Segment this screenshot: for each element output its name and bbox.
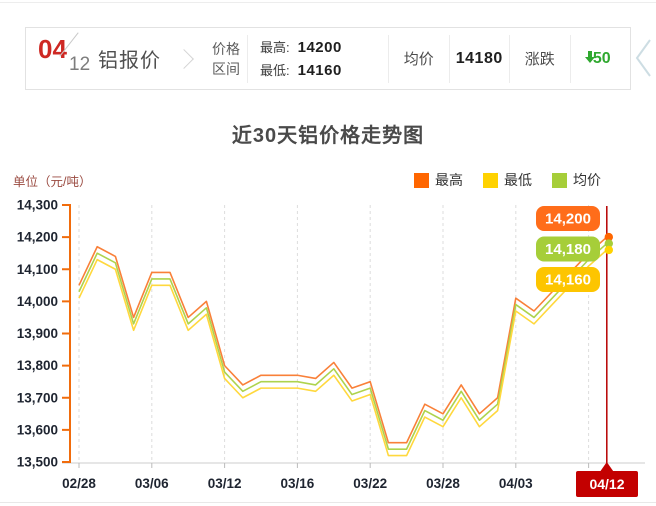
x-tick-label: 04/03	[499, 476, 533, 491]
low-value: 14160	[298, 62, 342, 79]
end-dot-min[interactable]	[605, 246, 613, 254]
product-name: 铝报价	[98, 44, 161, 73]
y-tick-label: 14,300	[17, 198, 58, 213]
avg-label: 均价	[389, 48, 449, 69]
x-tick-label: 03/22	[353, 476, 387, 491]
y-tick-label: 13,800	[17, 358, 58, 373]
y-tick-label: 13,700	[17, 390, 58, 405]
low-label: 最低:	[260, 63, 290, 78]
x-tick-labels: 02/28 03/06 03/12 03/16 03/22 03/28 04/03	[62, 476, 533, 491]
change-value: 50	[593, 50, 611, 68]
change-label: 涨跌	[510, 48, 570, 69]
value-badge-label: 14,180	[545, 241, 591, 258]
y-tick-label: 13,600	[17, 422, 58, 437]
current-date-label: 04/12	[589, 476, 624, 492]
y-tick-label: 13,900	[17, 326, 58, 341]
end-value-badges: 14,200 14,180 14,160	[536, 206, 600, 292]
high-label: 最高:	[260, 40, 290, 55]
page-top-divider	[0, 2, 656, 3]
chevron-right-icon	[174, 49, 194, 69]
high-value: 14200	[298, 39, 342, 56]
x-tick-label: 03/12	[208, 476, 242, 491]
page-bottom-divider	[0, 502, 656, 503]
price-trend-chart[interactable]: 14,300 14,200 14,100 14,000 13,900 13,800 13,7…	[0, 160, 656, 506]
y-axis: 14,300 14,200 14,100 14,000 13,900 13,800 13,7…	[17, 198, 70, 470]
collapse-chevron-icon[interactable]	[632, 36, 654, 80]
line-max[interactable]	[79, 237, 607, 443]
x-axis	[62, 463, 645, 468]
x-tick-label: 02/28	[62, 476, 96, 491]
y-tick-label: 14,000	[17, 294, 58, 309]
quote-date: 04 12	[26, 28, 98, 89]
x-tick-label: 03/28	[426, 476, 460, 491]
value-badge-label: 14,160	[545, 272, 591, 289]
price-range-line1: 价格	[205, 39, 247, 59]
value-badge-label: 14,200	[545, 211, 591, 228]
chart-title: 近30天铝价格走势图	[0, 119, 656, 148]
change-value-block: 50	[571, 50, 631, 68]
high-low-block: 最高: 14200 最低: 14160	[248, 36, 388, 82]
avg-value: 14180	[450, 50, 510, 68]
line-avg[interactable]	[79, 244, 607, 450]
price-range-label: 价格 区间	[205, 39, 247, 79]
x-tick-label: 03/06	[135, 476, 169, 491]
y-tick-label: 13,500	[17, 455, 58, 470]
y-tick-label: 14,100	[17, 262, 58, 277]
y-tick-label: 14,200	[17, 230, 58, 245]
price-range-line2: 区间	[205, 59, 247, 79]
quote-date-month: 04	[38, 34, 67, 65]
line-min[interactable]	[79, 250, 607, 456]
quote-header: 04 12 铝报价 价格 区间 最高: 14200 最低: 14160 均价 141…	[25, 27, 631, 90]
quote-date-day: 12	[69, 54, 90, 76]
x-tick-label: 03/16	[281, 476, 315, 491]
